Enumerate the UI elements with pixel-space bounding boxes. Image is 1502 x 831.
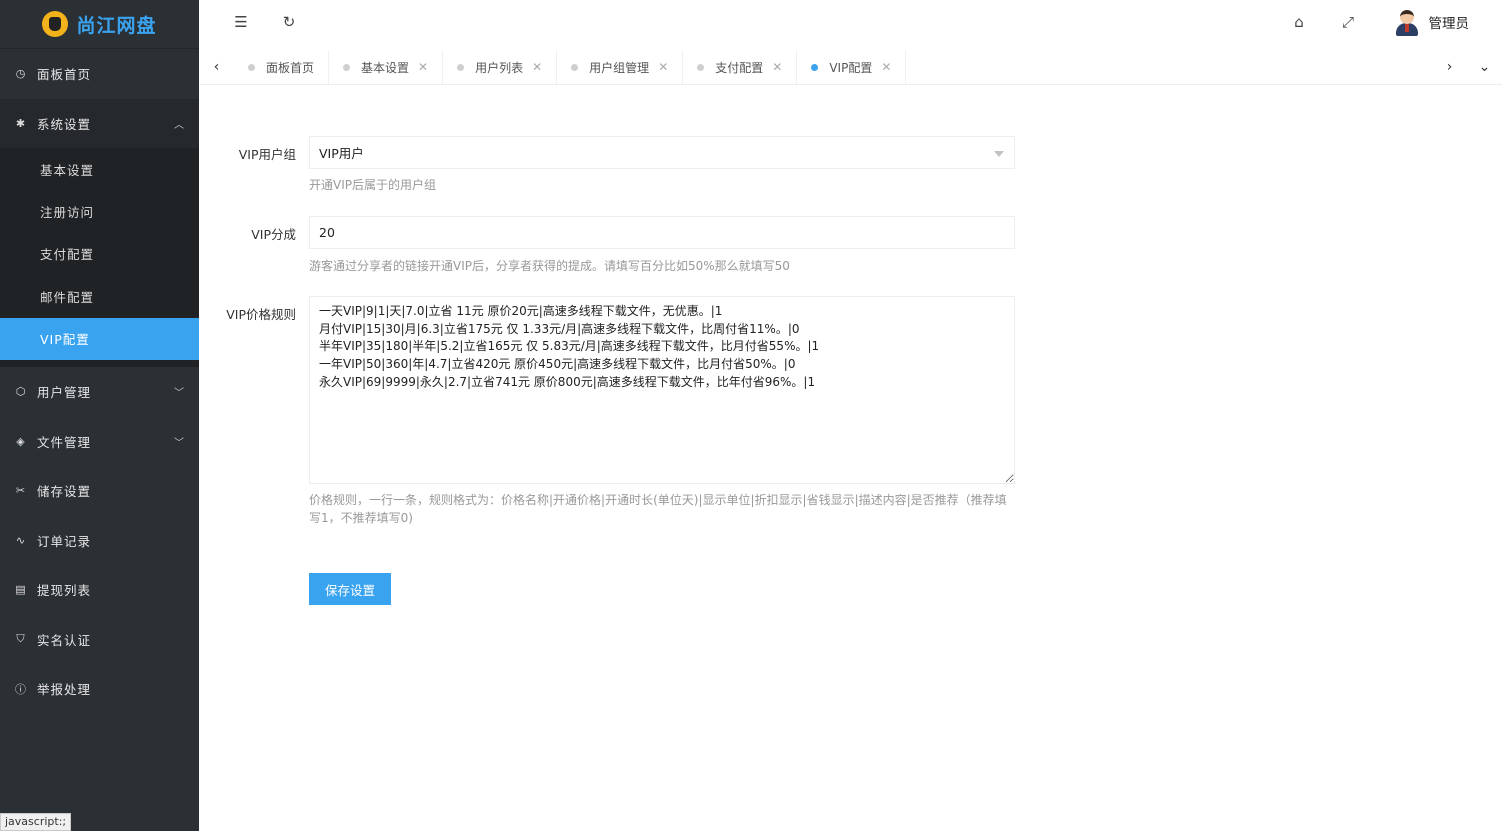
brand-logo-icon	[42, 11, 69, 37]
cube-icon: ⬡	[15, 385, 27, 399]
vip-group-label: VIP用户组	[238, 147, 296, 162]
system-submenu: 基本设置 注册访问 支付配置 邮件配置 VIP配置	[0, 148, 199, 367]
brand-name: 尚江网盘	[76, 14, 157, 37]
vip-share-input[interactable]	[309, 216, 1015, 249]
sidebar-item-label: 面板首页	[37, 67, 92, 83]
tab-label: 基本设置	[361, 60, 410, 75]
sidebar-item-user-management[interactable]: ⬡ 用户管理 ﹀	[0, 367, 199, 417]
alert-icon: ⓘ	[15, 682, 27, 696]
sidebar-item-realname-auth[interactable]: ⛉ 实名认证	[0, 614, 199, 664]
tab-label: 用户列表	[475, 60, 524, 75]
sidebar-item-label: 储存设置	[37, 484, 92, 500]
sidebar-item-report-handling[interactable]: ⓘ 举报处理	[0, 664, 199, 714]
sidebar-subitem-basic-settings[interactable]: 基本设置	[0, 148, 199, 190]
tab-user-list[interactable]: 用户列表 ✕	[443, 50, 558, 84]
vip-rules-help: 价格规则，一行一条，规则格式为：价格名称|开通价格|开通时长(单位天)|显示单位…	[309, 493, 1007, 525]
vip-rules-label: VIP价格规则	[226, 307, 296, 322]
save-button[interactable]: 保存设置	[309, 573, 391, 605]
shield-icon: ⛉	[16, 632, 26, 646]
close-icon[interactable]: ✕	[418, 60, 428, 74]
tab-dot-icon	[457, 63, 465, 71]
layers-icon: ◈	[16, 434, 26, 448]
tab-list: 面板首页 基本设置 ✕ 用户列表 ✕ 用户组管理 ✕ 支付配置 ✕ VIP配置 …	[234, 50, 907, 84]
tab-bar: ‹ 面板首页 基本设置 ✕ 用户列表 ✕ 用户组管理 ✕ 支付配置 ✕ VIP配	[199, 50, 1502, 85]
close-icon[interactable]: ✕	[772, 60, 782, 74]
vip-share-label: VIP分成	[251, 227, 296, 242]
tab-label: 面板首页	[266, 60, 315, 75]
sidebar-subitem-payment-config[interactable]: 支付配置	[0, 233, 199, 275]
user-name: 管理员	[1428, 16, 1470, 32]
vip-rules-textarea[interactable]: 一天VIP|9|1|天|7.0|立省 11元 原价20元|高速多线程下载文件，无…	[309, 296, 1015, 484]
tab-dot-icon	[811, 63, 819, 71]
sidebar-item-system-settings[interactable]: ✱ 系统设置 ︿	[0, 98, 199, 148]
vip-config-form: VIP用户组 VIP用户 开通VIP后属于的用户组 VIP分成 游客通过分享者的…	[199, 85, 1502, 831]
tab-label: VIP配置	[829, 60, 873, 75]
tab-scroll-left-icon[interactable]: ‹	[199, 50, 234, 84]
menu-toggle-icon[interactable]: ☰	[231, 12, 251, 32]
sidebar-item-file-management[interactable]: ◈ 文件管理 ﹀	[0, 416, 199, 466]
sidebar-item-label: 系统设置	[37, 116, 92, 132]
vip-share-help: 游客通过分享者的链接开通VIP后，分享者获得的提成。请填写百分比如50%那么就填…	[309, 259, 790, 273]
tab-dot-icon	[697, 63, 705, 71]
sidebar-item-dashboard[interactable]: ◷ 面板首页	[0, 49, 199, 99]
close-icon[interactable]: ✕	[881, 60, 891, 74]
gear-icon: ✱	[15, 116, 27, 130]
tab-payment-config[interactable]: 支付配置 ✕	[683, 50, 798, 84]
brand-logo[interactable]: 尚江网盘	[0, 0, 199, 49]
chevron-down-icon: ﹀	[174, 437, 185, 449]
submenu-divider	[0, 359, 199, 367]
tab-label: 支付配置	[715, 60, 764, 75]
user-menu[interactable]: 管理员	[1395, 8, 1470, 36]
top-header: ☰ ↻ ⌂ ⤢ 管理员	[199, 0, 1502, 44]
list-icon: ▤	[15, 583, 27, 597]
close-icon[interactable]: ✕	[658, 60, 668, 74]
pulse-icon: ∿	[15, 533, 27, 547]
dropdown-caret-icon	[994, 151, 1004, 157]
home-icon[interactable]: ⌂	[1289, 12, 1309, 32]
sidebar-subitem-vip-config[interactable]: VIP配置	[0, 317, 199, 360]
tab-dashboard[interactable]: 面板首页	[234, 50, 330, 84]
sidebar-item-order-records[interactable]: ∿ 订单记录	[0, 515, 199, 565]
sidebar-item-label: 用户管理	[37, 385, 92, 401]
vip-group-help: 开通VIP后属于的用户组	[309, 178, 436, 192]
tab-menu-chevron-down-icon[interactable]: ⌄	[1467, 50, 1502, 84]
storage-icon: ✂	[15, 484, 27, 498]
tab-dot-icon	[248, 63, 255, 71]
sidebar-item-storage-settings[interactable]: ✂ 储存设置	[0, 466, 199, 516]
sidebar-subitem-mail-config[interactable]: 邮件配置	[0, 275, 199, 317]
vip-group-selected-value: VIP用户	[319, 146, 364, 161]
tab-vip-config[interactable]: VIP配置 ✕	[797, 50, 907, 84]
sidebar-item-label: 订单记录	[37, 533, 92, 549]
status-bar-link-preview: javascript:;	[0, 813, 72, 831]
close-icon[interactable]: ✕	[532, 60, 542, 74]
tab-user-group-management[interactable]: 用户组管理 ✕	[557, 50, 684, 84]
tab-dot-icon	[571, 63, 579, 71]
dashboard-icon: ◷	[15, 67, 27, 81]
sidebar: 尚江网盘 ◷ 面板首页 ✱ 系统设置 ︿ 基本设置 注册访问 支付配置 邮件配置…	[0, 0, 199, 831]
chevron-up-icon: ︿	[174, 119, 185, 131]
sidebar-subitem-register-access[interactable]: 注册访问	[0, 190, 199, 232]
avatar	[1395, 8, 1419, 36]
tab-label: 用户组管理	[589, 60, 650, 75]
tab-basic-settings[interactable]: 基本设置 ✕	[329, 50, 444, 84]
sidebar-item-label: 举报处理	[37, 682, 92, 698]
fullscreen-icon[interactable]: ⤢	[1338, 12, 1358, 32]
refresh-icon[interactable]: ↻	[279, 12, 299, 32]
vip-group-select[interactable]: VIP用户	[309, 136, 1015, 169]
sidebar-item-label: 提现列表	[37, 583, 92, 599]
chevron-down-icon: ﹀	[174, 388, 185, 400]
tab-scroll-right-icon[interactable]: ›	[1432, 50, 1467, 84]
tab-dot-icon	[343, 63, 351, 71]
sidebar-item-label: 文件管理	[37, 434, 92, 450]
sidebar-item-label: 实名认证	[37, 632, 92, 648]
sidebar-item-withdraw-list[interactable]: ▤ 提现列表	[0, 565, 199, 615]
